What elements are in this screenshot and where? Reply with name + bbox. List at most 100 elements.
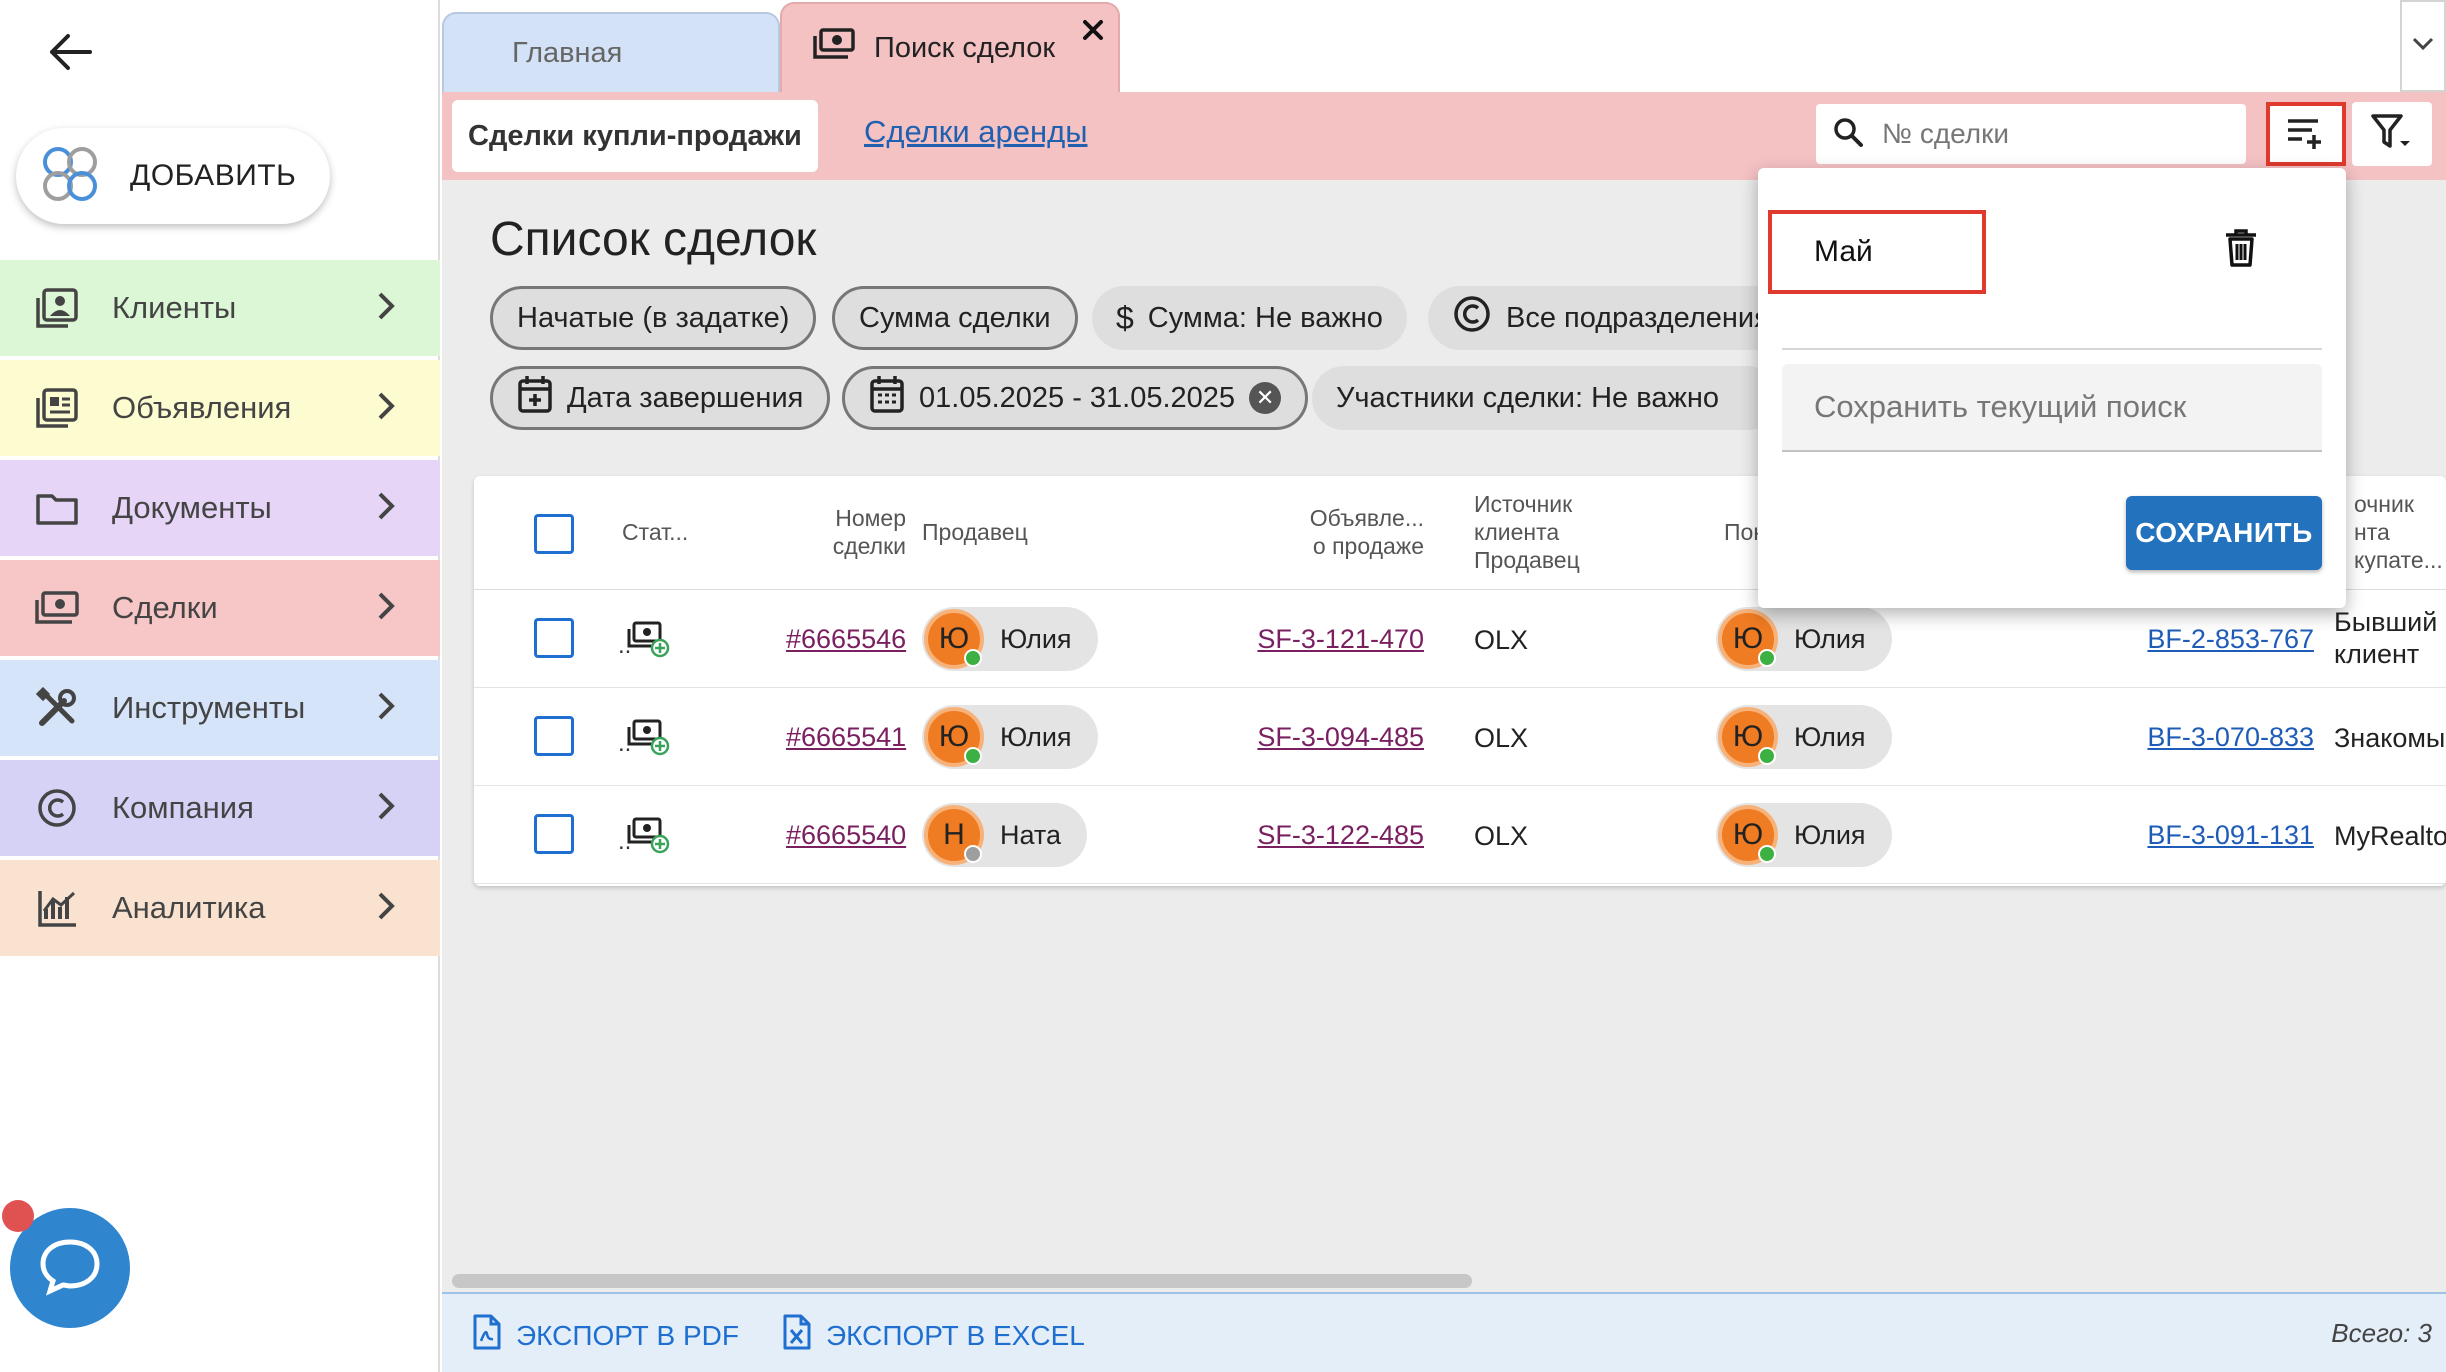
- buyer-name: Юлия: [1794, 623, 1866, 654]
- tab-home[interactable]: Главная: [442, 12, 780, 92]
- seller-name: Юлия: [1000, 721, 1072, 752]
- buyer-ad-link[interactable]: BF-2-853-767: [2134, 624, 2314, 655]
- buyer-chip[interactable]: Ю Юлия: [1716, 705, 1892, 769]
- sidebar-item-tools[interactable]: Инструменты: [0, 660, 440, 756]
- chevron-right-icon: [376, 790, 396, 827]
- save-search-button[interactable]: СОХРАНИТЬ: [2126, 496, 2322, 570]
- chip-started[interactable]: Начатые (в задатке): [490, 286, 817, 350]
- chip-participants[interactable]: Участники сделки: Не важно: [1312, 366, 1779, 430]
- col-seller-source[interactable]: Источник клиента Продавец: [1474, 490, 1580, 574]
- chip-label: Участники сделки: Не важно: [1336, 381, 1719, 414]
- analytics-icon: [32, 883, 82, 933]
- sidebar-item-deals[interactable]: Сделки: [0, 560, 440, 656]
- buyer-chip[interactable]: Ю Юлия: [1716, 803, 1892, 867]
- horizontal-scrollbar[interactable]: [452, 1274, 1472, 1288]
- table-row[interactable]: .. #6665541 Ю Юлия SF-3-094-485 OLX Ю Юл…: [474, 688, 2446, 786]
- chevron-right-icon: [376, 590, 396, 627]
- col-ad-l1: Объявле...: [1309, 505, 1424, 531]
- col-seller[interactable]: Продавец: [922, 518, 1028, 546]
- col-buyer-source[interactable]: очник нта купате...: [2354, 490, 2443, 574]
- search-icon: [1832, 116, 1864, 153]
- seller-source: OLX: [1474, 821, 1529, 851]
- tab-home-label: Главная: [512, 36, 623, 69]
- close-icon[interactable]: [1082, 16, 1104, 49]
- tab-rent-deals[interactable]: Сделки аренды: [864, 114, 1087, 150]
- sidebar-menu: Клиенты Объявления Документы Сделки Инст…: [0, 260, 440, 960]
- row-checkbox[interactable]: [534, 618, 574, 658]
- chip-label: Начатые (в задатке): [517, 301, 790, 334]
- seller-chip[interactable]: Ю Юлия: [922, 705, 1098, 769]
- buyer-ad-link[interactable]: BF-3-091-131: [2134, 820, 2314, 851]
- calendar-add-icon: [517, 374, 553, 422]
- deal-number-link[interactable]: #6665541: [786, 722, 906, 753]
- chip-date-range[interactable]: 01.05.2025 - 31.05.2025 ✕: [842, 366, 1309, 430]
- status-dot: [964, 845, 982, 863]
- col-ad[interactable]: Объявле... о продаже: [1254, 504, 1424, 560]
- clear-date-icon[interactable]: ✕: [1249, 382, 1282, 414]
- dollar-icon: $: [1116, 299, 1134, 336]
- sidebar-item-analytics[interactable]: Аналитика: [0, 860, 440, 956]
- sidebar-item-documents[interactable]: Документы: [0, 460, 440, 556]
- tab-bar: Главная Поиск сделок: [442, 0, 2446, 92]
- buyer-chip[interactable]: Ю Юлия: [1716, 607, 1892, 671]
- search-input[interactable]: [1882, 118, 2222, 150]
- back-arrow-icon[interactable]: [40, 22, 100, 82]
- buyer-ad-link[interactable]: BF-3-070-833: [2134, 722, 2314, 753]
- export-pdf-button[interactable]: ЭКСПОРТ В PDF: [472, 1314, 739, 1357]
- col-status[interactable]: Стат...: [622, 518, 688, 546]
- row-checkbox[interactable]: [534, 716, 574, 756]
- sidebar-item-label: Сделки: [112, 590, 218, 625]
- chip-label: Сумма сделки: [859, 301, 1051, 334]
- deal-number-link[interactable]: #6665546: [786, 624, 906, 655]
- money-add-icon: [626, 816, 670, 861]
- total-count: Всего: 3: [2331, 1318, 2432, 1348]
- ad-link[interactable]: SF-3-122-485: [1244, 820, 1424, 851]
- chat-bubble-icon: [38, 1236, 102, 1301]
- avatar: Ю: [1718, 805, 1778, 865]
- col-src-l1: Источник: [1474, 491, 1573, 517]
- sidebar-item-listings[interactable]: Объявления: [0, 360, 440, 456]
- seller-name: Ната: [1000, 819, 1062, 850]
- seller-chip[interactable]: Ю Юлия: [922, 607, 1098, 671]
- avatar: Ю: [924, 609, 984, 669]
- pdf-file-icon: [472, 1314, 502, 1357]
- table-row[interactable]: .. #6665540 Н Ната SF-3-122-485 OLX Ю Юл…: [474, 786, 2446, 884]
- avatar-initial: Ю: [1732, 622, 1764, 655]
- ad-link[interactable]: SF-3-094-485: [1244, 722, 1424, 753]
- saved-search-item[interactable]: Май: [1768, 210, 1986, 294]
- tabs-dropdown-button[interactable]: [2400, 0, 2446, 92]
- sidebar-item-label: Инструменты: [112, 690, 306, 725]
- sidebar: ДОБАВИТЬ Клиенты Объявления Документы Сд…: [0, 0, 440, 1372]
- sidebar-item-clients[interactable]: Клиенты: [0, 260, 440, 356]
- chip-sum-filter[interactable]: $ Сумма: Не важно: [1092, 286, 1407, 350]
- col-bsrc-l1: очник: [2354, 491, 2414, 517]
- money-icon: [32, 583, 82, 633]
- tab-sale-deals[interactable]: Сделки купли-продажи: [452, 100, 818, 172]
- buyer-source: Бывший клиент: [2334, 606, 2437, 670]
- add-button-label: ДОБАВИТЬ: [130, 159, 297, 192]
- filter-button[interactable]: [2352, 102, 2432, 166]
- avatar: Ю: [924, 707, 984, 767]
- avatar-initial: Ю: [938, 720, 970, 753]
- chip-deal-sum[interactable]: Сумма сделки: [832, 286, 1078, 350]
- col-number[interactable]: Номер сделки: [806, 504, 906, 560]
- export-excel-button[interactable]: ЭКСПОРТ В EXCEL: [782, 1314, 1085, 1357]
- trash-icon[interactable]: [2224, 228, 2258, 273]
- buyer-source: Знакомый: [2334, 723, 2446, 753]
- copyright-icon: [1452, 294, 1492, 342]
- tab-deal-search[interactable]: Поиск сделок: [780, 2, 1120, 92]
- seller-chip[interactable]: Н Ната: [922, 803, 1088, 867]
- row-checkbox[interactable]: [534, 814, 574, 854]
- chip-all-departments[interactable]: Все подразделения: [1428, 286, 1794, 350]
- ad-link[interactable]: SF-3-121-470: [1244, 624, 1424, 655]
- sidebar-item-company[interactable]: Компания: [0, 760, 440, 856]
- chevron-right-icon: [376, 890, 396, 927]
- saved-searches-button[interactable]: [2266, 102, 2346, 166]
- chevron-right-icon: [376, 490, 396, 527]
- chip-completion-date[interactable]: Дата завершения: [490, 366, 831, 430]
- add-button[interactable]: ДОБАВИТЬ: [16, 128, 330, 224]
- filter-icon: [2370, 113, 2414, 156]
- select-all-checkbox[interactable]: [534, 514, 574, 554]
- deal-number-link[interactable]: #6665540: [786, 820, 906, 851]
- save-search-input[interactable]: [1782, 364, 2322, 452]
